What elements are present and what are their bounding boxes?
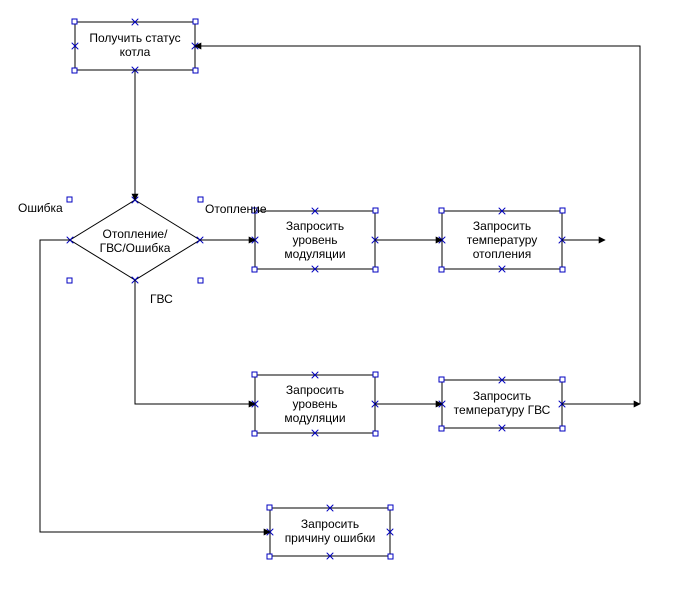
node-request-modulation-heating[interactable]: Запросить уровень модуляции	[252, 208, 378, 272]
node-req-mod-2-label-1: Запросить	[286, 383, 344, 397]
resize-handle[interactable]	[252, 267, 257, 272]
resize-handle[interactable]	[72, 19, 77, 24]
resize-handle[interactable]	[193, 68, 198, 73]
node-req-mod-1-label-1: Запросить	[286, 219, 344, 233]
resize-handle[interactable]	[373, 431, 378, 436]
resize-handle[interactable]	[373, 372, 378, 377]
node-req-mod-2-label-3: модуляции	[284, 411, 345, 425]
resize-handle[interactable]	[198, 197, 203, 202]
node-request-dhw-temperature[interactable]: Запросить температуру ГВС	[439, 377, 565, 431]
resize-handle[interactable]	[267, 505, 272, 510]
resize-handle[interactable]	[67, 197, 72, 202]
node-get-status[interactable]: Получить статус котла	[72, 19, 198, 73]
resize-handle[interactable]	[252, 372, 257, 377]
node-req-dhw-label-2: температуру ГВС	[454, 403, 551, 417]
node-req-error-label-1: Запросить	[301, 517, 359, 531]
resize-handle[interactable]	[560, 377, 565, 382]
resize-handle[interactable]	[560, 426, 565, 431]
node-request-error-cause[interactable]: Запросить причину ошибки	[267, 505, 393, 559]
resize-handle[interactable]	[373, 208, 378, 213]
node-request-modulation-dhw[interactable]: Запросить уровень модуляции	[252, 372, 378, 436]
resize-handle[interactable]	[267, 554, 272, 559]
resize-handle[interactable]	[373, 267, 378, 272]
edge-label-error: Ошибка	[18, 201, 63, 215]
node-req-dhw-label-1: Запросить	[473, 389, 531, 403]
resize-handle[interactable]	[439, 377, 444, 382]
resize-handle[interactable]	[560, 267, 565, 272]
resize-handle[interactable]	[193, 19, 198, 24]
node-request-heating-temperature[interactable]: Запросить температуру отопления	[439, 208, 565, 272]
resize-handle[interactable]	[67, 278, 72, 283]
node-req-heat-label-1: Запросить	[473, 219, 531, 233]
resize-handle[interactable]	[252, 431, 257, 436]
node-req-mod-2-label-2: уровень	[292, 397, 337, 411]
resize-handle[interactable]	[198, 278, 203, 283]
edge-label-dhw: ГВС	[150, 292, 173, 306]
resize-handle[interactable]	[72, 68, 77, 73]
resize-handle[interactable]	[439, 426, 444, 431]
node-get-status-label-1: Получить статус	[89, 31, 180, 45]
node-decision-label-1: Отопление/	[103, 227, 169, 241]
node-req-heat-label-3: отопления	[473, 247, 531, 261]
resize-handle[interactable]	[439, 267, 444, 272]
resize-handle[interactable]	[560, 208, 565, 213]
resize-handle[interactable]	[388, 554, 393, 559]
node-req-mod-1-label-3: модуляции	[284, 247, 345, 261]
node-decision-label-2: ГВС/Ошибка	[100, 241, 171, 255]
resize-handle[interactable]	[388, 505, 393, 510]
edge-decision-to-error[interactable]	[40, 240, 270, 532]
node-req-heat-label-2: температуру	[467, 233, 538, 247]
edge-label-heating: Отопление	[205, 202, 267, 216]
node-decision[interactable]: Отопление/ ГВС/Ошибка	[67, 197, 203, 283]
resize-handle[interactable]	[439, 208, 444, 213]
node-get-status-label-2: котла	[120, 45, 151, 59]
node-req-mod-1-label-2: уровень	[292, 233, 337, 247]
node-req-error-label-2: причину ошибки	[285, 531, 376, 545]
